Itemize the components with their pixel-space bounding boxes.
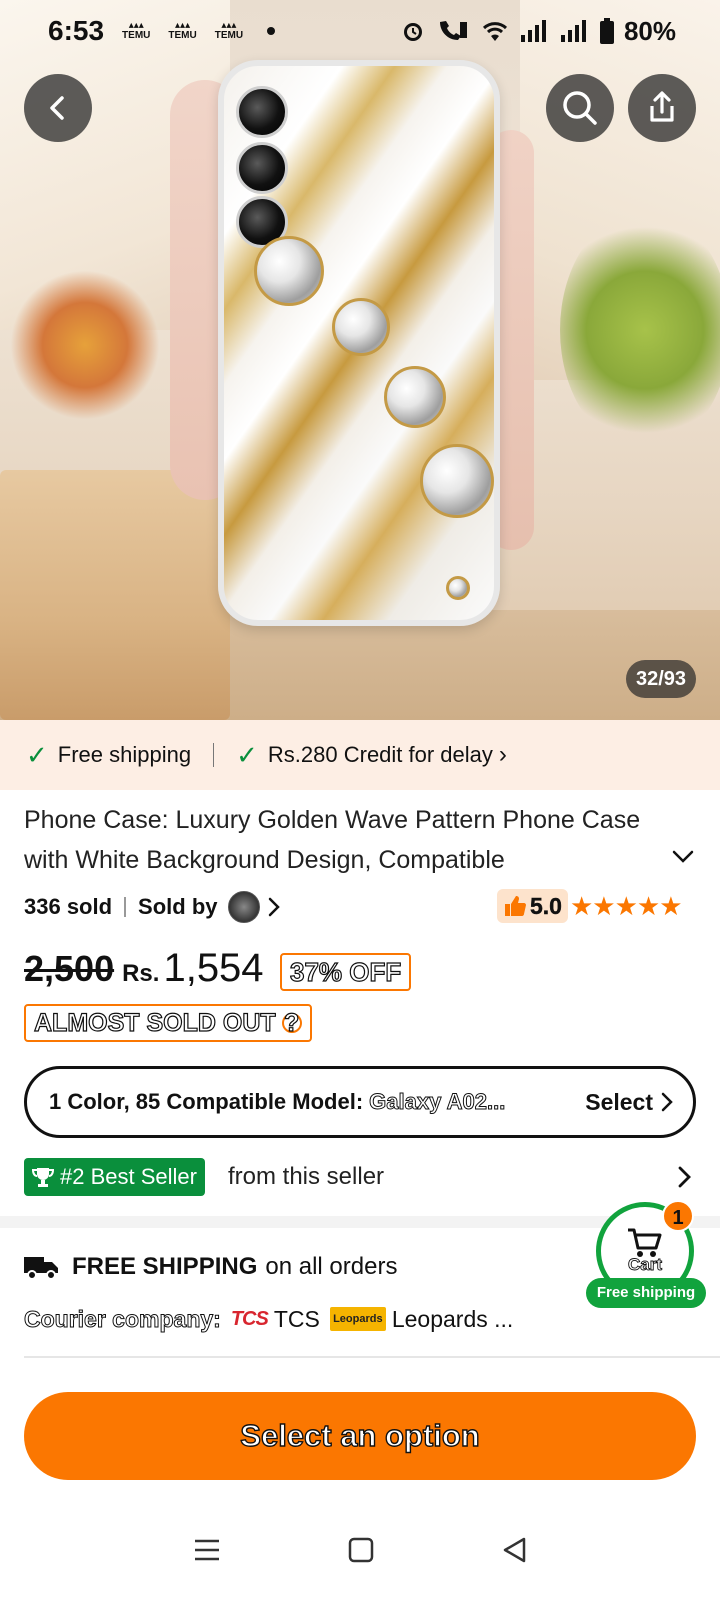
currency-symbol: Rs.	[122, 960, 160, 987]
cart-count-badge: 1	[662, 1200, 694, 1232]
check-icon: ✓	[236, 739, 258, 770]
back-arrow-icon	[50, 96, 64, 120]
search-button[interactable]	[546, 74, 614, 142]
rating-badge: 5.0	[497, 889, 568, 923]
original-price: 2,500	[24, 948, 115, 989]
back-button[interactable]	[24, 74, 92, 142]
select-option-button[interactable]: Select an option	[24, 1392, 696, 1480]
chevron-right-icon[interactable]	[268, 897, 280, 917]
battery-icon	[599, 18, 614, 44]
courier-row: Courier company: TCS TCS Leopards Leopar…	[24, 1302, 514, 1336]
temu-notification-icon: ▴▴▴ TEMU	[122, 20, 151, 41]
wifi-icon	[482, 22, 507, 41]
price-row: 2,500 Rs. 1,554	[24, 946, 264, 996]
temu-notification-icon: ▴▴▴ TEMU	[168, 20, 197, 41]
seller-avatar[interactable]	[227, 891, 260, 923]
camera-lens	[236, 86, 288, 138]
chevron-right-icon: ›	[498, 741, 507, 768]
courier-tcs: TCS	[273, 1305, 320, 1332]
select-link[interactable]: Select	[585, 1089, 673, 1116]
gem-decoration	[384, 366, 446, 428]
camera-lens	[236, 142, 288, 194]
back-nav-icon[interactable]	[501, 1536, 527, 1564]
signal-icon	[520, 20, 546, 42]
signal-icon	[560, 20, 586, 42]
shipping-banner[interactable]: ✓ Free shipping ✓ Rs.280 Credit for dela…	[0, 720, 720, 790]
phone-case-image	[218, 60, 500, 626]
title-fade	[560, 842, 650, 880]
delivery-truck-icon	[24, 1257, 58, 1280]
courier-leopards: Leopards ...	[391, 1305, 514, 1332]
cart-free-shipping: Free shipping	[586, 1278, 706, 1308]
current-price: 1,554	[163, 946, 264, 990]
background-table	[0, 470, 230, 720]
chevron-right-icon	[661, 1092, 673, 1112]
search-icon	[563, 91, 597, 125]
sold-count: 336 sold	[24, 894, 113, 919]
leopards-logo: Leopards	[329, 1307, 386, 1331]
free-shipping-subtitle: on all orders	[265, 1253, 398, 1280]
divider	[124, 897, 127, 917]
status-time: 6:53	[48, 15, 105, 46]
status-bar: 6:53 ▴▴▴ TEMU ▴▴▴ TEMU ▴▴▴ TEMU 80%	[0, 0, 720, 62]
option-model: Galaxy A02...	[369, 1089, 506, 1115]
divider	[213, 743, 215, 767]
gem-decoration	[446, 576, 470, 600]
delay-credit-label: Rs.280 Credit for delay	[267, 742, 493, 767]
plant-decoration	[560, 210, 720, 450]
option-selector[interactable]: 1 Color, 85 Compatible Model: Galaxy A02…	[24, 1066, 696, 1138]
gem-decoration	[254, 236, 324, 306]
check-icon: ✓	[26, 739, 48, 770]
battery-percent: 80%	[623, 15, 676, 46]
home-icon[interactable]	[348, 1537, 374, 1563]
notification-dot	[267, 27, 276, 35]
sold-row: 336 sold Sold by	[24, 890, 280, 924]
stock-badge[interactable]: ALMOST SOLD OUT ?	[24, 1004, 312, 1042]
best-seller-label: #2 Best Seller	[60, 1164, 197, 1189]
menu-icon[interactable]	[193, 1538, 221, 1562]
courier-label: Courier company:	[24, 1305, 222, 1332]
system-nav-bar	[0, 1500, 720, 1600]
stock-badge-label: ALMOST SOLD OUT	[33, 1008, 276, 1037]
temu-notification-icon: ▴▴▴ TEMU	[214, 20, 244, 41]
free-shipping-label: Free shipping	[57, 742, 192, 767]
thumbs-up-icon	[505, 896, 526, 916]
rating-summary[interactable]: 5.0 ★★★★★	[497, 888, 683, 924]
gem-decoration	[332, 298, 390, 356]
option-label: 1 Color, 85 Compatible Model:	[49, 1089, 364, 1114]
gem-decoration	[420, 444, 494, 518]
sold-by-label: Sold by	[138, 894, 218, 919]
cart-label: Cart	[627, 1255, 663, 1275]
best-seller-badge[interactable]: #2 Best Seller	[24, 1158, 205, 1196]
share-icon	[650, 91, 674, 122]
tcs-logo: TCS	[230, 1307, 269, 1330]
divider	[24, 1356, 720, 1358]
share-button[interactable]	[628, 74, 696, 142]
wifi-call-icon	[439, 21, 467, 40]
chevron-right-icon[interactable]	[678, 1166, 692, 1188]
image-counter: 32/93	[626, 660, 697, 698]
free-shipping-title: FREE SHIPPING	[72, 1253, 258, 1280]
star-rating: ★★★★★	[569, 890, 683, 921]
best-seller-suffix: from this seller	[228, 1163, 385, 1190]
free-shipping-row[interactable]: FREE SHIPPING on all orders	[24, 1250, 397, 1284]
trophy-icon	[32, 1168, 54, 1187]
alarm-icon	[403, 23, 422, 41]
discount-badge: 37% OFF	[280, 953, 412, 991]
select-option-label: Select an option	[240, 1417, 481, 1453]
rating-score: 5.0	[530, 892, 562, 919]
flower-decoration	[10, 270, 160, 420]
select-label: Select	[585, 1088, 653, 1115]
chevron-down-icon[interactable]	[672, 850, 694, 864]
help-icon[interactable]: ?	[281, 1010, 302, 1036]
